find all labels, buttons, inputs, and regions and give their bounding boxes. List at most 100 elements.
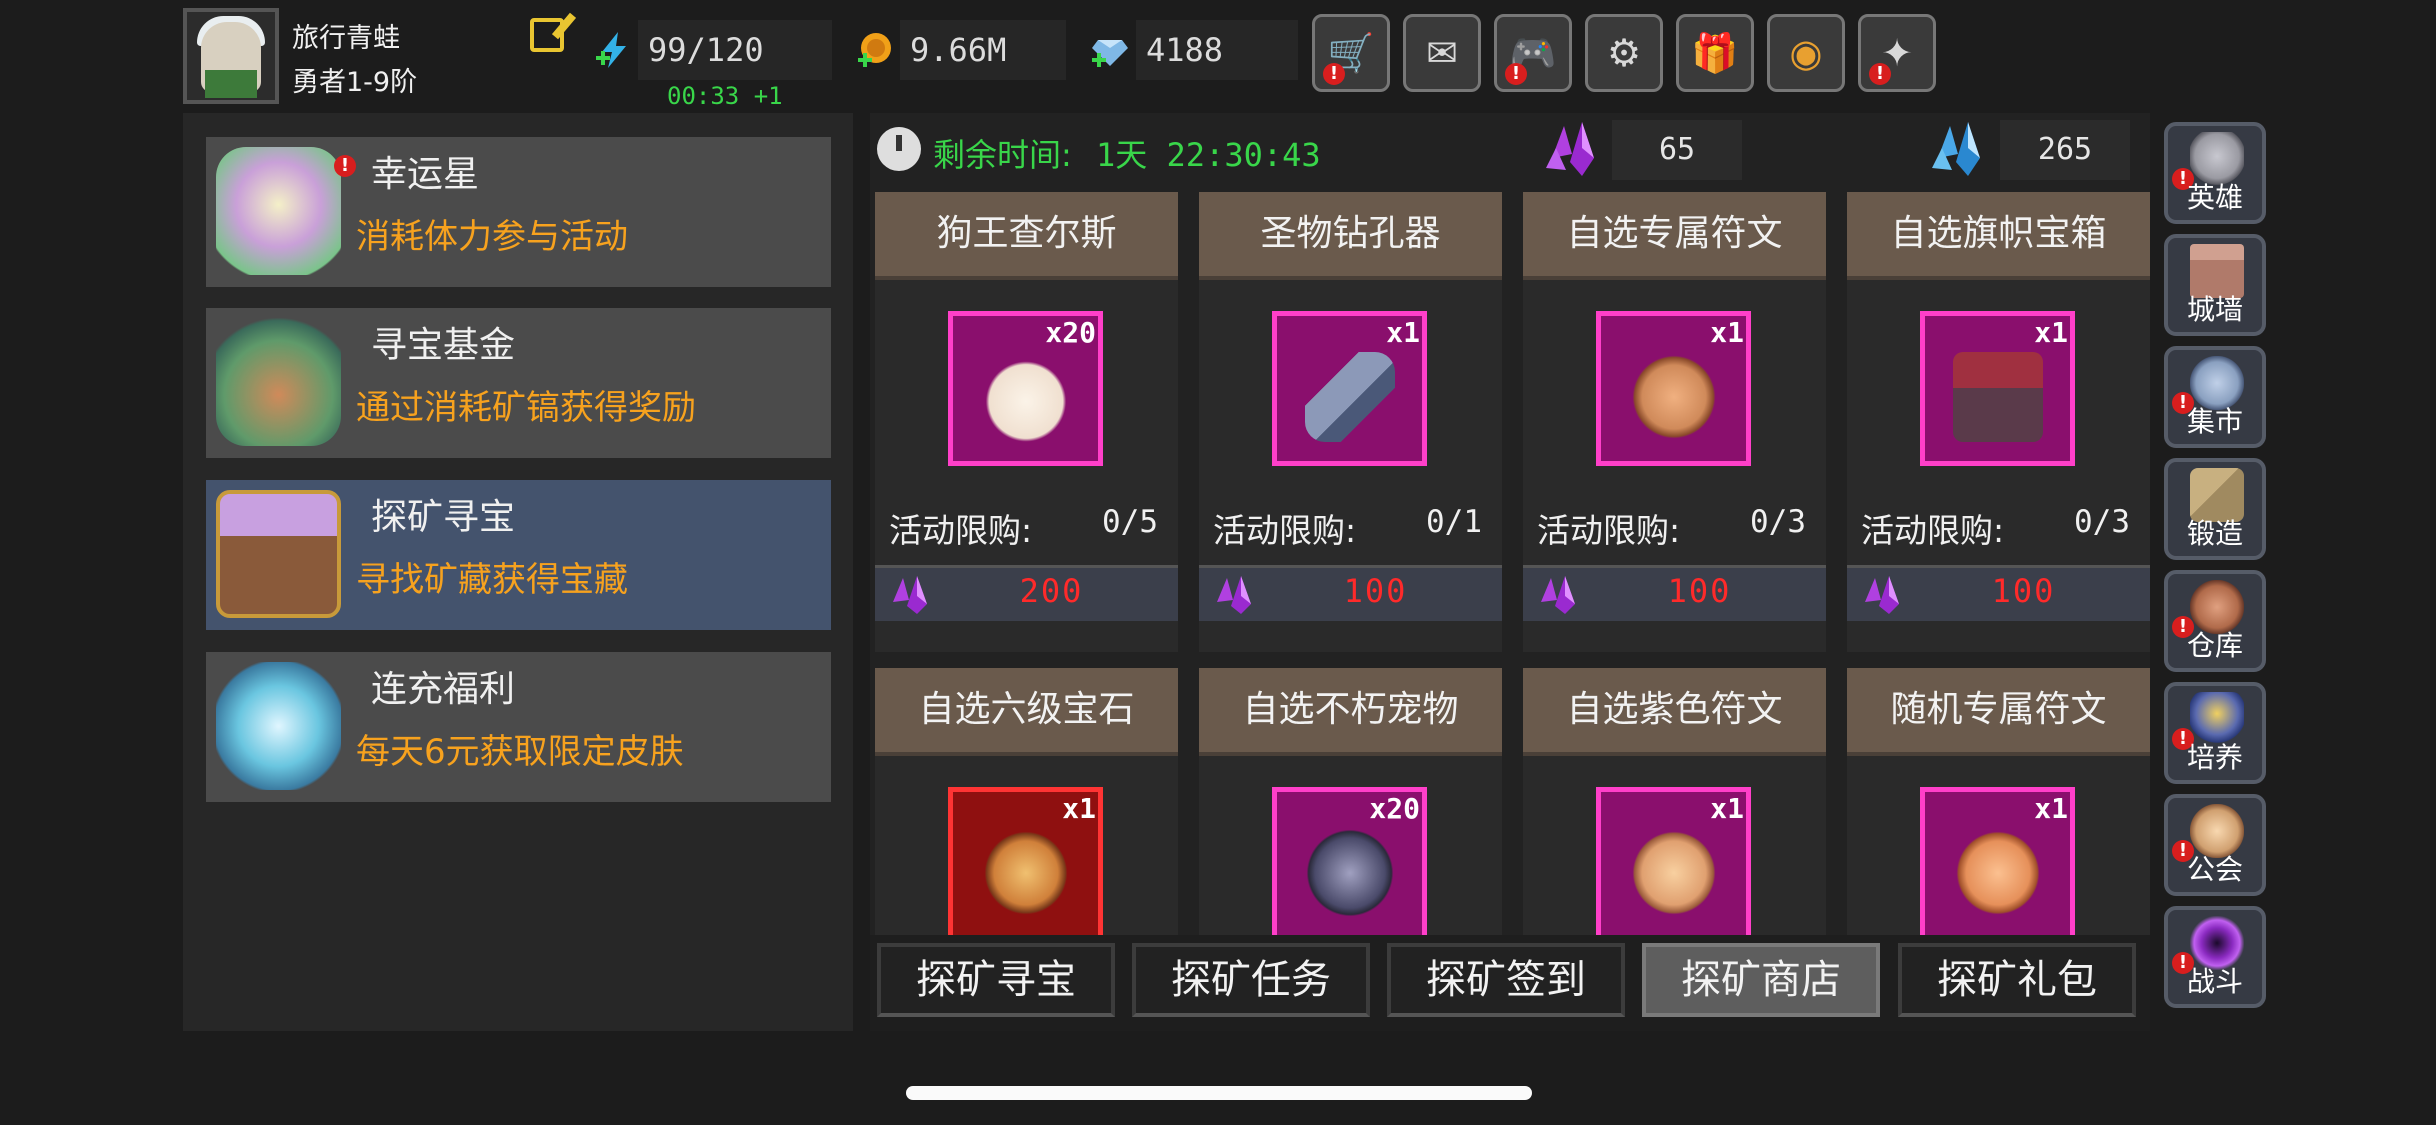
aperture-button[interactable]: ◉ [1767, 14, 1845, 92]
blue-crystal-icon [1932, 122, 1980, 176]
buy-button[interactable]: 100 [1199, 565, 1502, 621]
relic-drill-icon [1305, 352, 1395, 442]
event-desc: 每天6元获取限定皮肤 [356, 732, 684, 772]
item-qty: x1 [1710, 792, 1744, 825]
treasure-chest-icon [216, 490, 341, 618]
side-market-button[interactable]: ! 集市 [2164, 346, 2266, 448]
event-title: 连充福利 [371, 669, 516, 710]
shop-item-card[interactable]: 自选不朽宠物 x20 [1199, 668, 1502, 942]
event-desc: 通过消耗矿镐获得奖励 [356, 388, 696, 428]
event-card-lucky-star[interactable]: ! 幸运星 消耗体力参与活动 [206, 137, 831, 287]
item-frame: x1 [1920, 787, 2075, 942]
alert-icon: ! [334, 155, 356, 177]
shop-item-card[interactable]: 圣物钻孔器 x1 活动限购: 0/1 100 [1199, 192, 1502, 652]
player-name: 旅行青蛙 [292, 23, 400, 54]
alert-icon: ! [1323, 63, 1345, 85]
shop-item-card[interactable]: 自选专属符文 x1 活动限购: 0/3 100 [1523, 192, 1826, 652]
side-forge-button[interactable]: 锻造 [2164, 458, 2266, 560]
banner-chest-icon [1953, 352, 2043, 442]
lucky-star-icon [216, 147, 341, 275]
purple-crystal-icon [1546, 122, 1594, 176]
item-price: 200 [1019, 572, 1084, 610]
item-frame: x1 [1272, 311, 1427, 466]
side-cultivate-button[interactable]: ! 培养 [2164, 682, 2266, 784]
gamepad-button[interactable]: 🎮! [1494, 14, 1572, 92]
item-qty: x1 [2034, 316, 2068, 349]
item-frame: x20 [948, 311, 1103, 466]
purple-crystal-icon [893, 576, 927, 614]
event-card-mining-treasure[interactable]: 探矿寻宝 寻找矿藏获得宝藏 [206, 480, 831, 630]
pet-chest-icon [1305, 828, 1395, 918]
limit-label: 活动限购: [1861, 511, 2005, 550]
shop-item-card[interactable]: 自选紫色符文 x1 [1523, 668, 1826, 942]
item-name: 圣物钻孔器 [1199, 192, 1502, 280]
limit-value: 0/3 [1750, 504, 1806, 540]
item-price: 100 [1991, 572, 2056, 610]
item-name: 狗王查尔斯 [875, 192, 1178, 280]
side-hero-button[interactable]: ! 英雄 [2164, 122, 2266, 224]
edit-name-icon[interactable] [530, 18, 564, 52]
gold-value: 9.66M [900, 20, 1066, 80]
event-desc: 消耗体力参与活动 [356, 217, 628, 257]
diamond-value: 4188 [1136, 20, 1298, 80]
item-price: 100 [1343, 572, 1408, 610]
buy-button[interactable]: 200 [875, 565, 1178, 621]
shop-item-card[interactable]: 自选六级宝石 x1 [875, 668, 1178, 942]
item-qty: x20 [1045, 316, 1096, 349]
item-name: 自选不朽宠物 [1199, 668, 1502, 756]
tab-mining-checkin[interactable]: 探矿签到 [1387, 943, 1625, 1017]
tab-mining-treasure[interactable]: 探矿寻宝 [877, 943, 1115, 1017]
gift-button[interactable]: 🎁 [1676, 14, 1754, 92]
countdown-value: 1天 22:30:43 [1096, 136, 1321, 174]
item-frame: x1 [1596, 311, 1751, 466]
limit-value: 0/5 [1102, 504, 1158, 540]
purple-crystal-count: 65 [1612, 120, 1742, 180]
lightning-plus-icon[interactable] [594, 30, 634, 70]
gift-icon: 🎁 [1691, 30, 1739, 75]
tab-mining-pack[interactable]: 探矿礼包 [1898, 943, 2136, 1017]
event-card-recharge-bonus[interactable]: 连充福利 每天6元获取限定皮肤 [206, 652, 831, 802]
event-card-treasure-fund[interactable]: 寻宝基金 通过消耗矿镐获得奖励 [206, 308, 831, 458]
gold-coin-plus-icon[interactable] [856, 30, 896, 70]
ice-crystal-icon [216, 662, 341, 790]
side-guild-button[interactable]: ! 公会 [2164, 794, 2266, 896]
side-warehouse-button[interactable]: ! 仓库 [2164, 570, 2266, 672]
side-label: 集市 [2186, 405, 2243, 438]
shop-item-card[interactable]: 随机专属符文 x1 [1847, 668, 2150, 942]
side-wall-button[interactable]: 城墙 [2164, 234, 2266, 336]
item-name: 自选紫色符文 [1523, 668, 1826, 756]
item-name: 随机专属符文 [1847, 668, 2150, 756]
event-title: 探矿寻宝 [371, 497, 516, 538]
stamina-timer: 00:33 +1 [667, 82, 783, 110]
side-label: 锻造 [2186, 517, 2243, 550]
home-indicator[interactable] [906, 1086, 1532, 1100]
settings-button[interactable]: ⚙ [1585, 14, 1663, 92]
tab-mining-shop[interactable]: 探矿商店 [1642, 943, 1880, 1017]
purple-rune-chest-icon [1629, 828, 1719, 918]
item-qty: x20 [1369, 792, 1420, 825]
item-frame: x20 [1272, 787, 1427, 942]
mail-button[interactable]: ✉ [1403, 14, 1481, 92]
item-qty: x1 [1710, 316, 1744, 349]
event-title: 幸运星 [371, 154, 480, 195]
buy-button[interactable]: 100 [1847, 565, 2150, 621]
limit-label: 活动限购: [889, 511, 1033, 550]
limit-value: 0/3 [2074, 504, 2130, 540]
buy-button[interactable]: 100 [1523, 565, 1826, 621]
player-rank: 勇者1-9阶 [292, 67, 418, 98]
purple-crystal-icon [1541, 576, 1575, 614]
player-avatar[interactable] [183, 8, 279, 104]
shop-item-card[interactable]: 狗王查尔斯 x20 活动限购: 0/5 200 [875, 192, 1178, 652]
side-label: 公会 [2186, 853, 2243, 886]
limit-label: 活动限购: [1213, 511, 1357, 550]
countdown-label: 剩余时间: [933, 136, 1072, 174]
item-qty: x1 [1062, 792, 1096, 825]
shop-item-card[interactable]: 自选旗帜宝箱 x1 活动限购: 0/3 100 [1847, 192, 2150, 652]
item-frame: x1 [1596, 787, 1751, 942]
random-rune-icon [1953, 828, 2043, 918]
side-battle-button[interactable]: ! 战斗 [2164, 906, 2266, 1008]
shop-cart-button[interactable]: 🛒! [1312, 14, 1390, 92]
tab-mining-tasks[interactable]: 探矿任务 [1132, 943, 1370, 1017]
diamond-plus-icon[interactable] [1090, 30, 1130, 70]
fireworks-button[interactable]: ✦! [1858, 14, 1936, 92]
